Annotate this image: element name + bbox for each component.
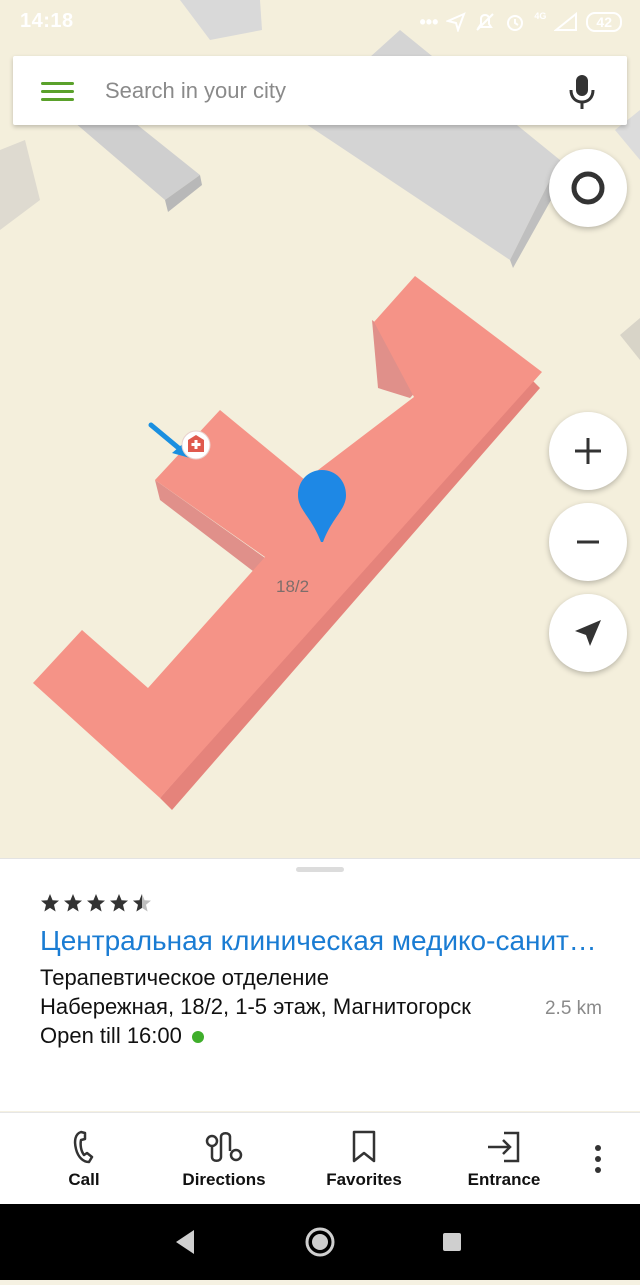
opening-hours: Open till 16:00 xyxy=(40,1023,204,1049)
status-time: 14:18 xyxy=(20,10,74,32)
pointer-arrow-icon xyxy=(148,422,184,453)
system-navigation-bar xyxy=(0,1204,640,1280)
status-bar: 14:18 ••• 4G 42 xyxy=(0,0,640,44)
recents-icon[interactable] xyxy=(443,1233,461,1251)
alarm-icon xyxy=(507,15,524,31)
star-icon xyxy=(64,894,82,912)
place-card[interactable]: Центральная клиническая медико-санитарна… xyxy=(0,858,640,1111)
bookmark-icon xyxy=(352,1130,376,1163)
my-location-button[interactable] xyxy=(549,594,627,672)
layers-icon xyxy=(571,171,605,205)
microphone-icon[interactable] xyxy=(567,74,597,110)
phone-icon xyxy=(73,1130,94,1164)
map-canvas[interactable] xyxy=(0,0,640,858)
place-distance: 2.5 km xyxy=(544,998,602,1019)
battery-indicator: 42 xyxy=(586,12,622,32)
favorites-button[interactable]: Favorites xyxy=(294,1113,434,1205)
favorites-label: Favorites xyxy=(326,1170,402,1189)
map-view[interactable]: 18/2 xyxy=(0,0,640,858)
mute-icon xyxy=(476,13,495,31)
more-notifications-icon: ••• xyxy=(419,11,439,32)
entrance-button[interactable]: Entrance xyxy=(434,1113,574,1205)
route-icon xyxy=(205,1132,243,1162)
house-number-label: 18/2 xyxy=(276,577,310,596)
map-building xyxy=(620,318,640,360)
directions-button[interactable]: Directions xyxy=(154,1113,294,1205)
search-input[interactable]: Search in your city xyxy=(105,78,286,104)
star-icon xyxy=(87,894,105,912)
selected-building[interactable] xyxy=(33,276,542,798)
place-title[interactable]: Центральная клиническая медико-санитарна… xyxy=(40,925,600,957)
navigation-arrow-icon xyxy=(575,620,601,646)
opening-hours-text: Open till 16:00 xyxy=(40,1023,182,1048)
search-bar[interactable]: Search in your city xyxy=(13,56,627,125)
zoom-in-button[interactable] xyxy=(549,412,627,490)
zoom-out-button[interactable] xyxy=(549,503,627,581)
plus-icon xyxy=(575,438,601,464)
map-building xyxy=(0,140,40,230)
call-button[interactable]: Call xyxy=(14,1113,154,1205)
back-icon[interactable] xyxy=(176,1230,194,1254)
location-arrow-icon xyxy=(446,12,467,32)
menu-icon[interactable] xyxy=(39,76,79,106)
signal-icon xyxy=(554,12,578,31)
network-type: 4G xyxy=(534,11,547,21)
entrance-label: Entrance xyxy=(467,1170,541,1189)
entrance-icon xyxy=(488,1131,520,1163)
place-subtitle: Терапевтическое отделение xyxy=(40,965,329,990)
call-label: Call xyxy=(68,1170,100,1189)
rating-stars xyxy=(40,893,152,913)
star-icon xyxy=(110,894,128,912)
action-bar: Call Directions Favorites Entrance xyxy=(0,1112,640,1205)
open-status-dot xyxy=(191,1031,204,1044)
half-star-icon xyxy=(133,894,151,912)
place-address: Набережная, 18/2, 1-5 этаж, Магнитогорск xyxy=(40,994,471,1019)
drag-handle[interactable] xyxy=(296,867,344,872)
layers-button[interactable] xyxy=(549,149,627,227)
directions-label: Directions xyxy=(182,1170,266,1189)
star-icon xyxy=(41,894,59,912)
more-options-icon[interactable] xyxy=(586,1143,610,1175)
minus-icon xyxy=(577,540,599,544)
